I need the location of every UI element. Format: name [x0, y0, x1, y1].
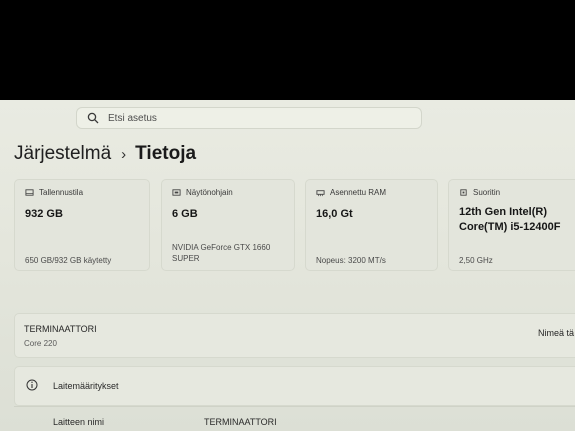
- settings-window: Etsi asetus Järjestelmä › Tietoja Tallen…: [0, 100, 575, 431]
- breadcrumb: Järjestelmä › Tietoja: [14, 143, 196, 165]
- storage-usage: 650 GB/932 GB käytetty: [25, 256, 112, 265]
- gpu-card: Näytönohjain 6 GB NVIDIA GeForce GTX 166…: [161, 179, 295, 271]
- storage-card: Tallennustila 932 GB 650 GB/932 GB käyte…: [14, 179, 150, 271]
- gpu-icon: [172, 189, 181, 196]
- search-icon: [87, 112, 99, 124]
- device-name-row: [14, 313, 575, 358]
- device-specs-title: Laitemääritykset: [53, 381, 119, 391]
- cpu-frequency: 2,50 GHz: [459, 256, 493, 265]
- breadcrumb-parent[interactable]: Järjestelmä: [14, 143, 111, 165]
- ram-title: Asennettu RAM: [330, 188, 387, 197]
- device-name: TERMINAATTORI: [24, 324, 97, 334]
- ram-speed: Nopeus: 3200 MT/s: [316, 256, 386, 265]
- ram-icon: [316, 190, 325, 197]
- ram-card: Asennettu RAM 16,0 Gt Nopeus: 3200 MT/s: [305, 179, 438, 271]
- search-box[interactable]: Etsi asetus: [76, 107, 422, 129]
- storage-value: 932 GB: [25, 208, 63, 220]
- ram-value: 16,0 Gt: [316, 208, 353, 220]
- cpu-card: Suoritin 12th Gen Intel(R) Core(TM) i5-1…: [448, 179, 575, 271]
- gpu-model: NVIDIA GeForce GTX 1660 SUPER: [172, 243, 271, 263]
- breadcrumb-separator: ›: [121, 145, 127, 163]
- storage-icon: [25, 189, 34, 196]
- cpu-title: Suoritin: [473, 188, 501, 197]
- search-input[interactable]: Etsi asetus: [108, 113, 157, 124]
- divider: [14, 406, 575, 407]
- gpu-value: 6 GB: [172, 208, 198, 220]
- gpu-title: Näytönohjain: [186, 188, 233, 197]
- device-name-value: TERMINAATTORI: [204, 417, 277, 427]
- cpu-icon: [460, 189, 467, 196]
- device-model: Core 220: [24, 339, 57, 348]
- info-icon: [26, 379, 38, 391]
- cpu-value: 12th Gen Intel(R) Core(TM) i5-12400F: [459, 206, 561, 233]
- storage-title: Tallennustila: [39, 188, 84, 197]
- device-name-label: Laitteen nimi: [53, 417, 105, 427]
- page-title: Tietoja: [135, 143, 197, 164]
- rename-button[interactable]: Nimeä tä: [538, 328, 574, 338]
